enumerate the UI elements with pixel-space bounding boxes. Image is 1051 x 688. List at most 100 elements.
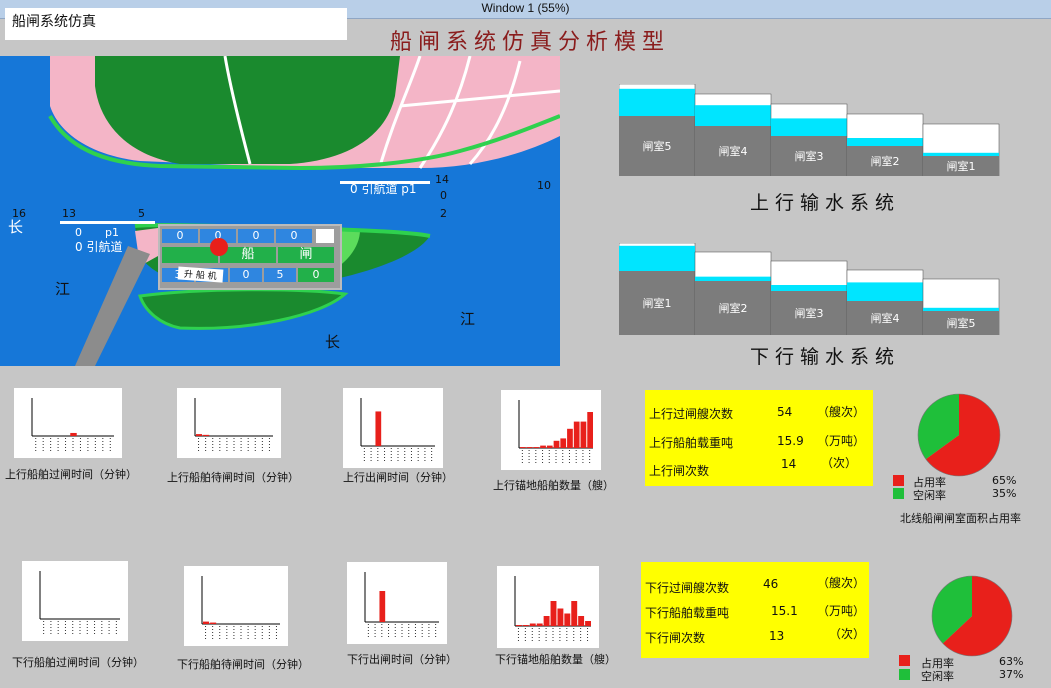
upstream-title: 上行输水系统 (749, 192, 900, 214)
histogram-bar (573, 421, 580, 448)
lock-top-cell: 0 (238, 229, 274, 243)
lock-mid-cell: 船 (220, 247, 276, 263)
map-value: 14 (435, 173, 449, 186)
stat-value: 13 (769, 629, 785, 643)
histogram-caption: 下行出闸时间（分钟） (347, 653, 457, 666)
chamber-label: 闸室4 (719, 144, 748, 158)
histogram-bar (557, 608, 564, 626)
stat-label: 下行闸次数 (645, 631, 706, 645)
legend-swatch-idle (893, 488, 904, 499)
map-value: 2 (440, 207, 447, 220)
stat-unit: （万吨） (817, 434, 866, 448)
stat-label: 上行过闸艘次数 (649, 407, 734, 421)
stat-value: 46 (763, 577, 779, 591)
upstream-histogram (501, 390, 601, 470)
legend-value: 35% (992, 487, 1017, 500)
histogram-bar (560, 438, 567, 448)
legend-label: 空闲率 (913, 489, 946, 502)
stat-unit: （艘次） (817, 576, 866, 590)
chamber-water (923, 307, 999, 311)
stat-label: 下行过闸艘次数 (645, 581, 730, 595)
lock-bot-cell: 5 (264, 268, 296, 282)
stat-label: 上行闸次数 (649, 464, 710, 478)
histogram-caption: 上行船舶过闸时间（分钟） (5, 468, 137, 481)
lock-top-cell: 0 (162, 229, 198, 243)
histogram-bar (203, 434, 210, 436)
histogram-bar (567, 428, 573, 448)
upper-approach-label: 0 引航道 p1 (350, 182, 417, 196)
legend-swatch-occupied (899, 655, 910, 666)
lower-channel (60, 221, 155, 224)
histogram-bar (203, 621, 210, 624)
downstream-title: 下行输水系统 (749, 346, 900, 368)
chamber-water (619, 88, 695, 116)
app-name: 船闸系统仿真 (5, 8, 347, 40)
stat-unit: （次） (821, 456, 858, 470)
histogram-bar (585, 621, 591, 626)
chamber-water (695, 105, 771, 126)
river-label: 长 (8, 218, 24, 236)
lock-gate-icon (316, 229, 334, 243)
map-value: 13 (62, 207, 76, 220)
stat-value: 15.9 (777, 434, 804, 448)
legend-value: 65% (992, 474, 1017, 487)
stat-unit: （艘次） (817, 405, 866, 419)
downstream-stats-panel: 下行过闸艘次数 46 （艘次） 下行船舶载重吨 15.1 （万吨） 下行闸次数 … (641, 562, 869, 658)
legend-label: 空闲率 (921, 670, 954, 683)
chamber-label: 闸室5 (643, 139, 672, 153)
histogram-bar (550, 601, 557, 626)
histogram-caption: 上行锚地船舶数量（艘） (493, 479, 614, 492)
legend-swatch-occupied (893, 475, 904, 486)
page-title: 船闸系统仿真分析模型 (389, 30, 670, 55)
pie-caption: 北线船闸闸室面积占用率 (900, 512, 1021, 525)
map-value: p1 (105, 226, 119, 239)
chamber-label: 闸室2 (871, 154, 900, 168)
histogram-bar (520, 447, 526, 448)
histogram-bar (546, 445, 553, 448)
histogram-bar (553, 440, 560, 448)
histogram-bar (580, 421, 587, 448)
lock-mid-cell: 闸 (278, 247, 334, 263)
histogram-caption: 下行船舶过闸时间（分钟） (12, 656, 144, 669)
river-label: 长 (325, 333, 341, 351)
map-value: 0 (75, 226, 82, 239)
histogram-bar (70, 432, 77, 436)
chamber-label: 闸室5 (947, 316, 976, 330)
lock-bot-cell: 0 (298, 268, 334, 282)
stat-unit: （次） (829, 627, 866, 641)
histogram-bar (536, 623, 543, 626)
lock-structure: 0 0 0 0 船 闸 3 0 0 5 0 (158, 224, 342, 290)
histogram-bar (526, 447, 533, 448)
chamber-water (619, 245, 695, 271)
stat-label: 下行船舶载重吨 (645, 606, 730, 620)
map-value: 10 (537, 179, 551, 192)
chamber-water (771, 118, 847, 136)
lock-top-cell: 0 (276, 229, 312, 243)
histogram-bar (564, 613, 571, 626)
downstream-histogram (497, 566, 599, 648)
river-label: 江 (55, 280, 71, 298)
chamber-label: 闸室3 (795, 149, 824, 163)
upstream-chambers: 闸室5 闸室4 闸室3 闸室2 闸室1 (619, 84, 1000, 176)
histogram-bar (587, 412, 593, 448)
map-value: 5 (138, 207, 145, 220)
histogram-bar (543, 616, 550, 626)
downstream-occupancy-pie (931, 575, 1013, 657)
ship-marker (210, 238, 228, 256)
histogram-bar (571, 601, 578, 626)
stat-value: 15.1 (771, 604, 798, 618)
legend-swatch-idle (899, 669, 910, 680)
chamber-water (771, 285, 847, 291)
upstream-histogram (343, 388, 443, 468)
legend-value: 63% (999, 655, 1024, 668)
stat-label: 上行船舶载重吨 (649, 436, 734, 450)
histogram-bar (379, 591, 386, 622)
downstream-chambers: 闸室1 闸室2 闸室3 闸室4 闸室5 (619, 243, 1000, 335)
chamber-water (847, 138, 923, 146)
upstream-stats-panel: 上行过闸艘次数 54 （艘次） 上行船舶载重吨 15.9 （万吨） 上行闸次数 … (645, 390, 873, 486)
histogram-caption: 下行锚地船舶数量（艘） (495, 653, 616, 666)
histogram-bar (522, 625, 529, 626)
histogram-bar (375, 411, 382, 446)
histogram-bar (196, 434, 203, 436)
histogram-bar (516, 625, 522, 626)
